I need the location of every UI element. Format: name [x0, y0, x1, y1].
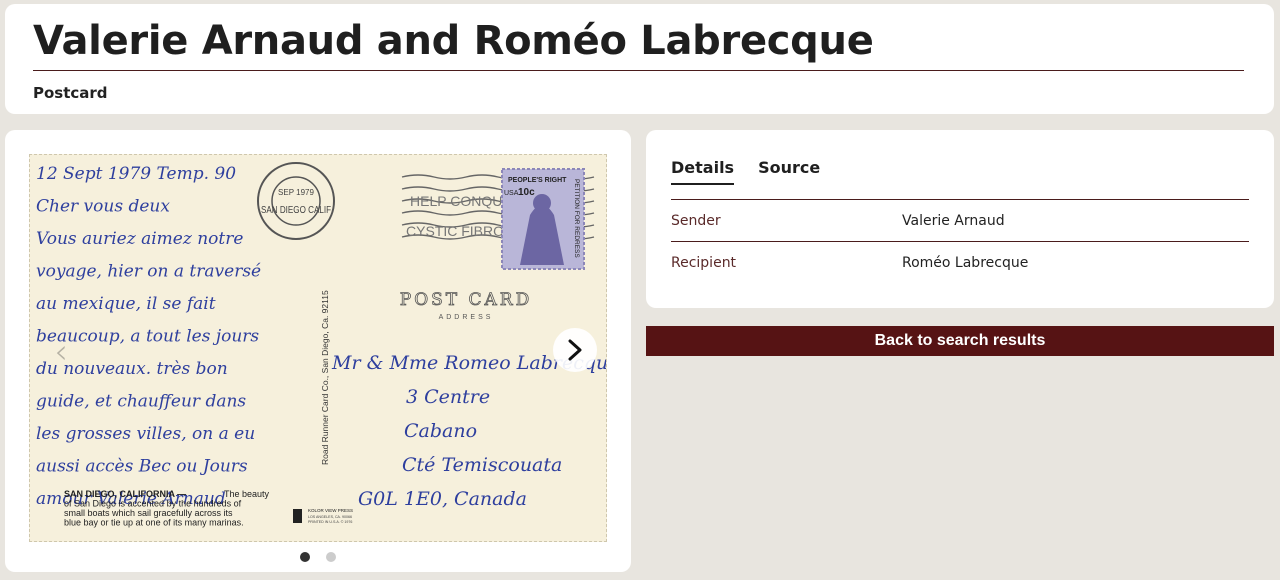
postcard-artwork: Road Runner Card Co., San Diego, Ca. 921… — [36, 162, 606, 528]
chevron-left-icon: ‹ — [54, 332, 68, 372]
publisher-text: Road Runner Card Co., San Diego, Ca. 921… — [320, 290, 330, 465]
text-line: of San Diego is accented by the hundreds… — [64, 499, 242, 509]
postcard-image: Road Runner Card Co., San Diego, Ca. 921… — [29, 154, 607, 542]
details-card: Details Source Sender Valerie Arnaud Rec… — [646, 130, 1274, 308]
carousel-next-button[interactable] — [553, 328, 597, 372]
post-card-heading: POST CARD — [400, 290, 532, 310]
address-label: ADDRESS — [439, 314, 494, 321]
title-divider — [33, 70, 1244, 71]
tab-details[interactable]: Details — [671, 158, 735, 185]
tab-source[interactable]: Source — [758, 158, 820, 185]
detail-row-sender: Sender Valerie Arnaud — [671, 200, 1249, 242]
postmark-icon: SEP 1979 SAN DIEGO CALIF — [257, 162, 335, 240]
detail-tabs: Details Source — [671, 158, 820, 185]
text-line: aussi accès Bec ou Jours — [36, 457, 248, 477]
text-line: blue bay or tie up at one of its many ma… — [64, 518, 244, 528]
recipient-label: Recipient — [671, 255, 737, 271]
text-line: les grosses villes, on a eu — [36, 424, 255, 444]
text-line: 12 Sept 1979 Temp. 90 — [36, 164, 236, 184]
back-to-results-button[interactable]: Back to search results — [646, 326, 1274, 356]
text-line: The beauty — [224, 489, 270, 499]
postmark-city: SAN DIEGO CALIF — [261, 205, 331, 216]
caption-heading: SAN DIEGO, CALIFORNIA — — [64, 489, 186, 499]
text-line: Vous auriez aimez notre — [36, 229, 243, 249]
header-card: Valerie Arnaud and Roméo Labrecque Postc… — [5, 4, 1274, 114]
detail-row-recipient: Recipient Roméo Labrecque — [671, 242, 1249, 284]
logo-year: PRINTED IN U.S.A. © 1976 — [308, 520, 352, 524]
sender-label: Sender — [671, 212, 721, 229]
page-title: Valerie Arnaud and Roméo Labrecque — [33, 18, 874, 64]
media-viewer-card: Road Runner Card Co., San Diego, Ca. 921… — [5, 130, 631, 572]
publisher-logo — [293, 509, 302, 523]
recipient-address: Mr & Mme Romeo Labrecque3 CentreCabanoCt… — [331, 352, 606, 510]
carousel-dot[interactable] — [326, 552, 336, 562]
text-line: au mexique, il se fait — [36, 294, 216, 314]
text-line: 3 Centre — [406, 386, 490, 408]
text-line: voyage, hier on a traversé — [36, 262, 261, 282]
item-type: Postcard — [33, 84, 108, 102]
logo-sub: LOS ANGELES, CA. 90066 — [308, 515, 352, 519]
text-line: Cher vous deux — [36, 197, 170, 217]
text-line: Cté Temiscouata — [402, 454, 562, 476]
stamp-side: PETITION FOR REDRESS — [573, 179, 580, 258]
chevron-right-icon — [568, 339, 582, 361]
carousel-dot[interactable] — [300, 552, 310, 562]
carousel-indicators — [5, 552, 631, 562]
sender-value: Valerie Arnaud — [902, 212, 1005, 229]
stamp-top: PEOPLE'S RIGHT — [508, 177, 567, 184]
stamp-value: 10c — [518, 187, 535, 198]
recipient-value: Roméo Labrecque — [902, 255, 1029, 271]
carousel-prev-button[interactable]: ‹ — [41, 330, 81, 374]
postmark-date: SEP 1979 — [278, 188, 314, 197]
text-line: G0L 1E0, Canada — [358, 488, 527, 510]
text-line: guide, et chauffeur dans — [36, 392, 246, 412]
text-line: small boats which sail gracefully across… — [64, 508, 233, 518]
logo-text: KOLOR VIEW PRESS — [308, 508, 353, 513]
stamp-icon: PEOPLE'S RIGHT USA 10c PETITION FOR REDR… — [501, 168, 585, 270]
stamp-country: USA — [504, 190, 519, 197]
text-line: Cabano — [404, 420, 477, 442]
